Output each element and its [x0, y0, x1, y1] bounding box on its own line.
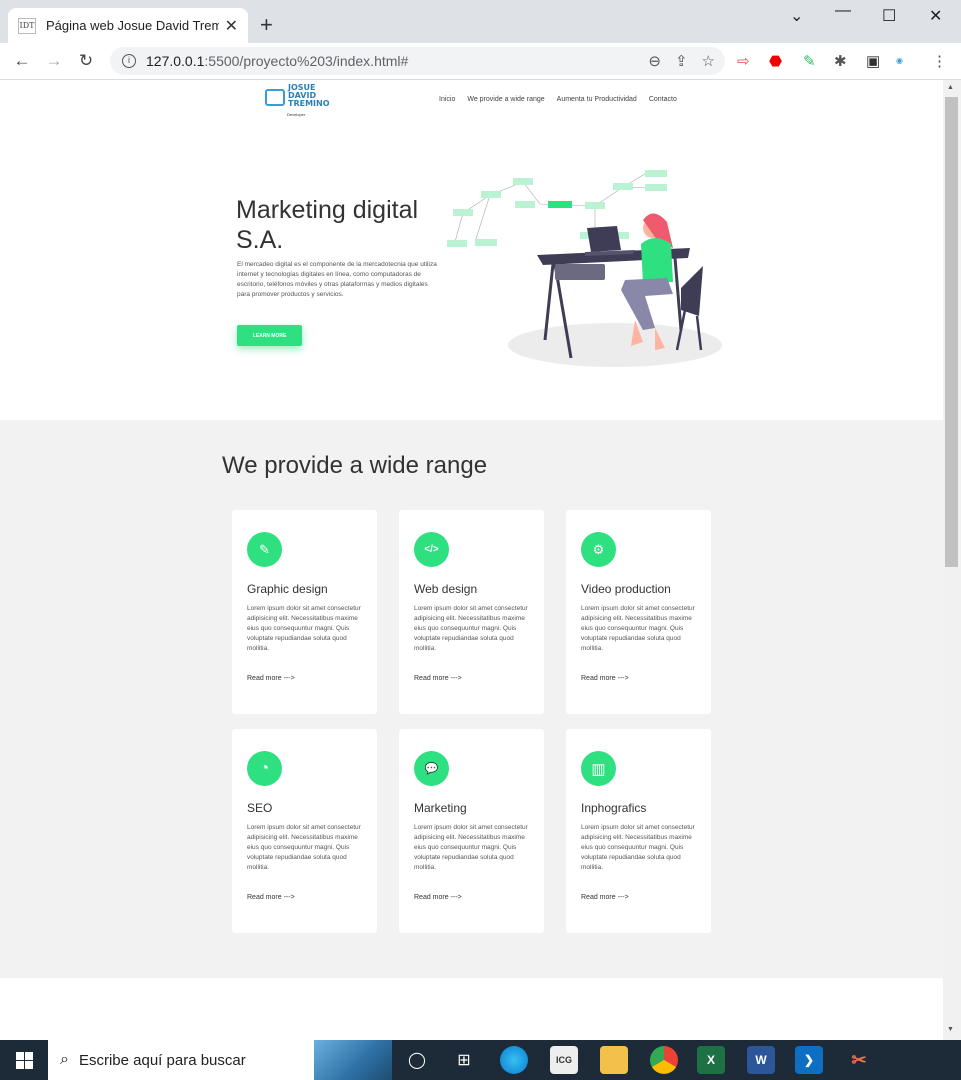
scrollbar-thumb[interactable]	[945, 97, 958, 567]
extensions-puzzle-icon[interactable]: ✱	[834, 52, 847, 70]
service-card-marketing: 💬 Marketing Lorem ipsum dolor sit amet c…	[399, 729, 544, 933]
card-title: Video production	[581, 582, 671, 596]
card-title: Inphografics	[581, 801, 647, 815]
logo-text: JOSUE DAVID TREMINO	[288, 83, 330, 108]
card-text: Lorem ipsum dolor sit amet consectetur a…	[247, 605, 361, 652]
card-text: Lorem ipsum dolor sit amet consectetur a…	[414, 605, 528, 652]
reload-icon[interactable]: ↻	[70, 51, 102, 71]
taskbar-search[interactable]: ⌕ Escribe aquí para buscar	[48, 1040, 392, 1080]
read-more-link[interactable]: Read more --->	[414, 675, 462, 682]
forward-icon[interactable]: →	[38, 51, 70, 71]
read-more-link[interactable]: Read more --->	[581, 894, 629, 901]
browser-titlebar: IDT Página web Josue David Treminio ✕ + …	[0, 0, 961, 43]
site-nav-links: Inicio We provide a wide range Aumenta t…	[439, 96, 677, 103]
code-icon: </>	[414, 532, 449, 567]
minimize-button[interactable]: —	[835, 2, 851, 20]
extension-icon[interactable]: ⇨	[737, 52, 750, 70]
page-viewport: JOSUE DAVID TREMINO Developer Inicio We …	[0, 80, 943, 1040]
hero-title: Marketing digital S.A.	[236, 196, 419, 254]
nav-link-contacto[interactable]: Contacto	[649, 96, 677, 103]
word-icon[interactable]: W	[747, 1046, 775, 1074]
excel-icon[interactable]: X	[697, 1046, 725, 1074]
windows-taskbar: ⌕ Escribe aquí para buscar ◯ ⊞ ICG X W ❯…	[0, 1040, 961, 1080]
scroll-down-icon[interactable]: ▼	[947, 1026, 954, 1033]
hero-text: El mercadeo digital es el componente de …	[237, 261, 437, 298]
browser-toolbar: ← → ↻ i 127.0.0.1:5500/proyecto%203/inde…	[0, 43, 961, 80]
service-card-video-production: ⚙ Video production Lorem ipsum dolor sit…	[566, 510, 711, 714]
next-section	[0, 978, 943, 1040]
service-card-seo: ◔ SEO Lorem ipsum dolor sit amet consect…	[232, 729, 377, 933]
tab-search-icon[interactable]: ⌄	[790, 6, 803, 26]
learn-more-button[interactable]: LEARN MORE	[237, 325, 302, 346]
icg-app-icon[interactable]: ICG	[550, 1046, 578, 1074]
menu-icon[interactable]: ⋮	[932, 52, 947, 70]
card-text: Lorem ipsum dolor sit amet consectetur a…	[581, 605, 695, 652]
edge-icon[interactable]	[500, 1046, 528, 1074]
side-panel-icon[interactable]: ▣	[866, 52, 880, 70]
nav-link-productividad[interactable]: Aumenta tu Productividad	[557, 96, 637, 103]
eyedropper-icon[interactable]: ✎	[803, 52, 816, 70]
profile-icon[interactable]: ◉	[896, 56, 903, 65]
card-title: Marketing	[414, 801, 467, 815]
camera-icon	[265, 89, 285, 106]
tab-favicon: IDT	[18, 17, 36, 34]
scroll-up-icon[interactable]: ▲	[947, 84, 954, 91]
card-text: Lorem ipsum dolor sit amet consectetur a…	[414, 824, 528, 871]
read-more-link[interactable]: Read more --->	[581, 675, 629, 682]
card-title: Web design	[414, 582, 478, 596]
snipping-tool-icon[interactable]: ✂	[845, 1046, 873, 1074]
card-text: Lorem ipsum dolor sit amet consectetur a…	[581, 824, 695, 871]
search-icon: ⌕	[60, 1051, 69, 1068]
adblock-icon[interactable]: ⬣	[769, 52, 782, 70]
browser-tab[interactable]: IDT Página web Josue David Treminio ✕	[8, 8, 248, 43]
site-logo[interactable]: JOSUE DAVID TREMINO Developer	[265, 83, 330, 118]
nav-link-wide-range[interactable]: We provide a wide range	[467, 96, 544, 103]
card-title: SEO	[247, 801, 273, 815]
chrome-icon[interactable]	[650, 1046, 678, 1074]
service-card-web-design: </> Web design Lorem ipsum dolor sit ame…	[399, 510, 544, 714]
service-card-graphic-design: ✎ Graphic design Lorem ipsum dolor sit a…	[232, 510, 377, 714]
vscode-icon[interactable]: ❯	[795, 1046, 823, 1074]
back-icon[interactable]: ←	[6, 51, 38, 71]
bar-chart-icon: ▥	[581, 751, 616, 786]
nav-link-inicio[interactable]: Inicio	[439, 96, 455, 103]
card-title: Graphic design	[247, 582, 328, 596]
taskbar-search-text: Escribe aquí para buscar	[78, 1051, 246, 1069]
comments-icon: 💬	[414, 751, 449, 786]
new-tab-button[interactable]: +	[260, 12, 273, 38]
task-view-icon[interactable]: ◯	[403, 1046, 431, 1074]
read-more-link[interactable]: Read more --->	[414, 894, 462, 901]
widgets-icon[interactable]: ⊞	[450, 1046, 478, 1074]
maximize-button[interactable]: ☐	[882, 6, 896, 26]
tab-close-icon[interactable]: ✕	[225, 16, 238, 36]
site-navbar: JOSUE DAVID TREMINO Developer Inicio We …	[0, 80, 943, 120]
hero-illustration	[447, 170, 722, 367]
url-text: 127.0.0.1:5500/proyecto%203/index.html#	[146, 53, 409, 69]
address-bar[interactable]: i 127.0.0.1:5500/proyecto%203/index.html…	[110, 47, 725, 75]
read-more-link[interactable]: Read more --->	[247, 675, 295, 682]
bookmark-star-icon[interactable]: ☆	[702, 52, 715, 70]
share-icon[interactable]: ⇪	[675, 52, 688, 70]
windows-start-icon[interactable]	[16, 1052, 33, 1069]
zoom-icon[interactable]: ⊖	[648, 52, 661, 70]
service-card-inphografics: ▥ Inphografics Lorem ipsum dolor sit ame…	[566, 729, 711, 933]
file-explorer-icon[interactable]	[600, 1046, 628, 1074]
tab-title: Página web Josue David Treminio	[46, 18, 219, 33]
info-icon[interactable]: i	[122, 54, 136, 68]
search-highlight-image	[314, 1040, 392, 1080]
pie-chart-icon: ◔	[247, 751, 282, 786]
brush-icon: ✎	[247, 532, 282, 567]
gear-icon: ⚙	[581, 532, 616, 567]
services-title: We provide a wide range	[222, 452, 488, 479]
card-text: Lorem ipsum dolor sit amet consectetur a…	[247, 824, 361, 871]
logo-subtitle: Developer	[287, 112, 306, 117]
close-window-button[interactable]: ✕	[929, 6, 942, 26]
read-more-link[interactable]: Read more --->	[247, 894, 295, 901]
